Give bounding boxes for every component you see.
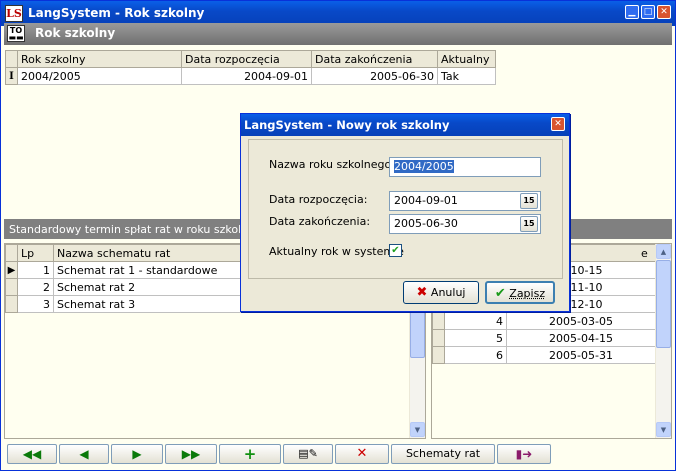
- next-record-button[interactable]: ▶: [111, 444, 163, 464]
- start-date-input[interactable]: 2004-09-01: [389, 191, 541, 211]
- cell-date[interactable]: 2005-05-31: [506, 346, 656, 364]
- add-icon: +: [243, 445, 257, 463]
- table-row[interactable]: I 2004/2005 2004-09-01 2005-06-30 Tak: [5, 67, 496, 85]
- scroll-thumb[interactable]: [656, 260, 671, 348]
- prev-icon: ◀: [79, 447, 89, 461]
- cell-lp[interactable]: 5: [444, 329, 507, 347]
- scroll-down-icon[interactable]: ▼: [410, 422, 425, 437]
- delete-button[interactable]: ✕: [335, 444, 389, 464]
- dialog-title-bar[interactable]: LangSystem - Nowy rok szkolny ✕: [241, 114, 569, 136]
- last-record-button[interactable]: ▶▶: [165, 444, 217, 464]
- edit-button[interactable]: ▤✎: [283, 444, 333, 464]
- row-indicator: I: [5, 67, 18, 85]
- right-scrollbar[interactable]: ▲ ▼: [655, 244, 671, 438]
- scroll-up-icon[interactable]: ▲: [656, 244, 671, 259]
- calendar-icon[interactable]: 15: [520, 216, 538, 232]
- start-date-label: Data rozpoczęcia:: [269, 193, 368, 206]
- new-year-dialog: LangSystem - Nowy rok szkolny ✕ Nazwa ro…: [240, 113, 570, 312]
- app-icon: LS: [5, 5, 23, 22]
- close-button[interactable]: ✕: [657, 5, 671, 19]
- section-title: Rok szkolny: [35, 26, 116, 40]
- col-header-year[interactable]: Rok szkolny: [17, 50, 182, 68]
- cancel-icon: ✖: [416, 285, 428, 300]
- table-row[interactable]: 6 2005-05-31: [432, 346, 656, 364]
- name-label: Nazwa roku szkolnego:: [269, 158, 395, 171]
- save-icon: ✔: [494, 286, 506, 301]
- edit-icon: ▤✎: [298, 447, 318, 460]
- cell-lp[interactable]: 6: [444, 346, 507, 364]
- section-icon: TO ▬▬: [7, 25, 25, 42]
- cell-end[interactable]: 2005-06-30: [311, 67, 438, 85]
- dialog-close-button[interactable]: ✕: [551, 117, 565, 131]
- scroll-thumb[interactable]: [410, 308, 425, 358]
- cell-start[interactable]: 2004-09-01: [181, 67, 312, 85]
- cancel-button[interactable]: ✖ Anuluj: [403, 281, 479, 304]
- cell-lp[interactable]: 3: [17, 295, 54, 313]
- minimize-button[interactable]: ▁: [625, 5, 639, 19]
- table-header: Rok szkolny Data rozpoczęcia Data zakońc…: [5, 50, 496, 68]
- dialog-title: LangSystem - Nowy rok szkolny: [244, 118, 450, 132]
- delete-icon: ✕: [356, 446, 368, 461]
- col-header-lp[interactable]: Lp: [17, 244, 54, 262]
- schemes-button[interactable]: Schematy rat: [391, 444, 495, 464]
- cell-lp[interactable]: 1: [17, 261, 54, 279]
- end-date-input[interactable]: 2005-06-30: [389, 214, 541, 234]
- current-year-checkbox[interactable]: ✔: [389, 244, 402, 257]
- checkmark-icon: ✔: [391, 245, 400, 256]
- calendar-icon[interactable]: 15: [520, 193, 538, 209]
- scroll-down-icon[interactable]: ▼: [656, 422, 671, 437]
- section-header: TO ▬▬ Rok szkolny: [4, 23, 672, 45]
- window-title: LangSystem - Rok szkolny: [28, 6, 205, 20]
- save-button[interactable]: ✔ Zapisz: [485, 281, 555, 304]
- add-button[interactable]: +: [219, 444, 281, 464]
- last-icon: ▶▶: [181, 447, 201, 461]
- col-header-current[interactable]: Aktualny: [437, 50, 496, 68]
- col-header-start[interactable]: Data rozpoczęcia: [181, 50, 312, 68]
- exit-icon: ▮➜: [515, 447, 533, 461]
- first-record-button[interactable]: ◀◀: [7, 444, 57, 464]
- table-row[interactable]: 4 2005-03-05: [432, 312, 656, 330]
- cell-date[interactable]: 2005-03-05: [506, 312, 656, 330]
- year-name-input[interactable]: 2004/2005: [389, 157, 541, 177]
- table-row[interactable]: 5 2005-04-15: [432, 329, 656, 347]
- end-date-label: Data zakończenia:: [269, 215, 371, 228]
- cell-lp[interactable]: 4: [444, 312, 507, 330]
- next-icon: ▶: [132, 447, 142, 461]
- current-year-label: Aktualny rok w systemie: [269, 245, 404, 258]
- prev-record-button[interactable]: ◀: [59, 444, 109, 464]
- cell-year[interactable]: 2004/2005: [17, 67, 182, 85]
- cell-date[interactable]: 2005-04-15: [506, 329, 656, 347]
- cell-lp[interactable]: 2: [17, 278, 54, 296]
- col-header-end[interactable]: Data zakończenia: [311, 50, 438, 68]
- exit-button[interactable]: ▮➜: [497, 444, 551, 464]
- school-year-table: Rok szkolny Data rozpoczęcia Data zakońc…: [5, 50, 496, 85]
- first-icon: ◀◀: [22, 447, 42, 461]
- cell-current[interactable]: Tak: [437, 67, 496, 85]
- row-indicator: ▶: [5, 261, 18, 279]
- maximize-button[interactable]: □: [641, 5, 655, 19]
